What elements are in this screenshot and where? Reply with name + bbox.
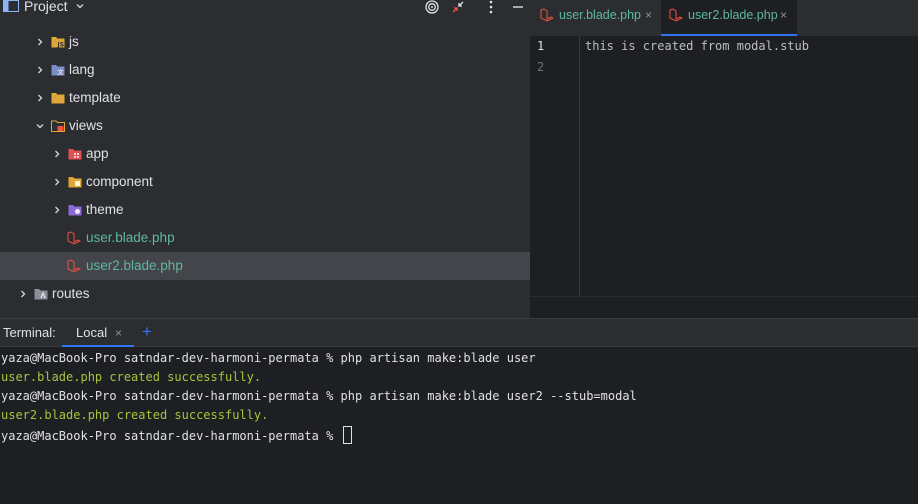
close-icon[interactable]: × (645, 7, 652, 23)
close-icon[interactable]: × (780, 7, 787, 23)
terminal-line: user2.blade.php created successfully. (1, 408, 269, 422)
tree-item-component[interactable]: component (0, 168, 530, 196)
routes-folder-icon (34, 289, 48, 300)
line-number: 2 (537, 60, 545, 74)
project-window-icon (3, 0, 19, 12)
terminal-line: yaza@MacBook-Pro satndar-dev-harmoni-per… (1, 389, 637, 403)
close-icon[interactable]: × (115, 325, 122, 341)
editor: user.blade.php × user2.blade.php × 1 2 t… (530, 0, 918, 318)
project-panel-title[interactable]: Project (24, 0, 68, 14)
chevron-right-icon[interactable] (52, 149, 62, 159)
project-panel-header: Project (0, 0, 530, 16)
line-number-gutter: 1 2 (530, 36, 580, 296)
theme-folder-icon (68, 205, 82, 216)
tree-item-js[interactable]: JS js (0, 28, 530, 56)
collapse-all-icon[interactable] (450, 0, 466, 15)
more-options-icon[interactable] (483, 0, 499, 15)
blade-file-icon (669, 8, 683, 22)
chevron-right-icon[interactable] (52, 205, 62, 215)
tree-item-label: app (86, 146, 109, 161)
editor-tab-bar: user.blade.php × user2.blade.php × (530, 0, 918, 36)
tree-item-routes[interactable]: routes (0, 280, 530, 308)
tree-item-label: routes (52, 286, 90, 301)
terminal-prompt: yaza@MacBook-Pro satndar-dev-harmoni-per… (1, 429, 341, 443)
editor-footer (530, 296, 918, 318)
tree-item-user-blade[interactable]: user.blade.php (0, 224, 530, 252)
code-line[interactable]: this is created from modal.stub (585, 38, 809, 54)
blade-file-icon (67, 259, 81, 273)
terminal-panel: Terminal: Local × + yaza@MacBook-Pro sat… (0, 318, 918, 504)
tree-item-user2-blade[interactable]: user2.blade.php (0, 252, 530, 280)
svg-text:文: 文 (57, 69, 65, 77)
tree-item-app[interactable]: app (0, 140, 530, 168)
lang-folder-icon: 文 (51, 65, 65, 77)
blade-file-icon (540, 8, 554, 22)
tree-item-label: user.blade.php (86, 230, 175, 245)
locate-file-icon[interactable] (424, 0, 440, 15)
tab-local[interactable]: Local × (62, 319, 134, 347)
tab-label: user.blade.php (559, 8, 642, 22)
tree-item-label: js (69, 34, 79, 49)
tree-item-lang[interactable]: 文 lang (0, 56, 530, 84)
terminal-tab-bar: Terminal: Local × + (0, 319, 918, 347)
line-number: 1 (537, 39, 545, 53)
js-folder-icon: JS (51, 37, 65, 49)
chevron-right-icon[interactable] (18, 289, 28, 299)
terminal-prompt-line[interactable]: yaza@MacBook-Pro satndar-dev-harmoni-per… (1, 426, 352, 444)
project-panel: Project JS js 文 lang template views app … (0, 0, 530, 318)
new-terminal-button[interactable]: + (142, 322, 152, 342)
chevron-right-icon[interactable] (35, 37, 45, 47)
tree-item-label: template (69, 90, 121, 105)
blade-file-icon (67, 231, 81, 245)
terminal-title: Terminal: (3, 325, 56, 340)
tree-item-label: lang (69, 62, 95, 77)
chevron-right-icon[interactable] (35, 65, 45, 75)
chevron-down-icon[interactable] (35, 121, 45, 131)
minimize-icon[interactable] (510, 0, 526, 15)
chevron-right-icon[interactable] (35, 93, 45, 103)
tree-item-views[interactable]: views (0, 112, 530, 140)
tab-user2-blade[interactable]: user2.blade.php × (661, 0, 797, 36)
tab-user-blade[interactable]: user.blade.php × (530, 0, 660, 36)
folder-icon (51, 93, 65, 104)
terminal-cursor[interactable] (342, 426, 352, 444)
chevron-right-icon[interactable] (52, 177, 62, 187)
tree-item-template[interactable]: template (0, 84, 530, 112)
tree-item-theme[interactable]: theme (0, 196, 530, 224)
views-folder-icon (51, 120, 65, 132)
component-folder-icon (68, 177, 82, 188)
tab-label: Local (76, 325, 108, 340)
terminal-line: yaza@MacBook-Pro satndar-dev-harmoni-per… (1, 351, 536, 365)
svg-text:JS: JS (57, 42, 65, 49)
tab-label: user2.blade.php (688, 8, 778, 22)
tree-item-label: views (69, 118, 103, 133)
tree-item-label: user2.blade.php (86, 258, 183, 273)
terminal-line: user.blade.php created successfully. (1, 370, 262, 384)
tree-item-label: theme (86, 202, 124, 217)
chevron-down-icon[interactable] (75, 1, 85, 11)
app-folder-icon (68, 149, 82, 160)
tree-item-label: component (86, 174, 153, 189)
